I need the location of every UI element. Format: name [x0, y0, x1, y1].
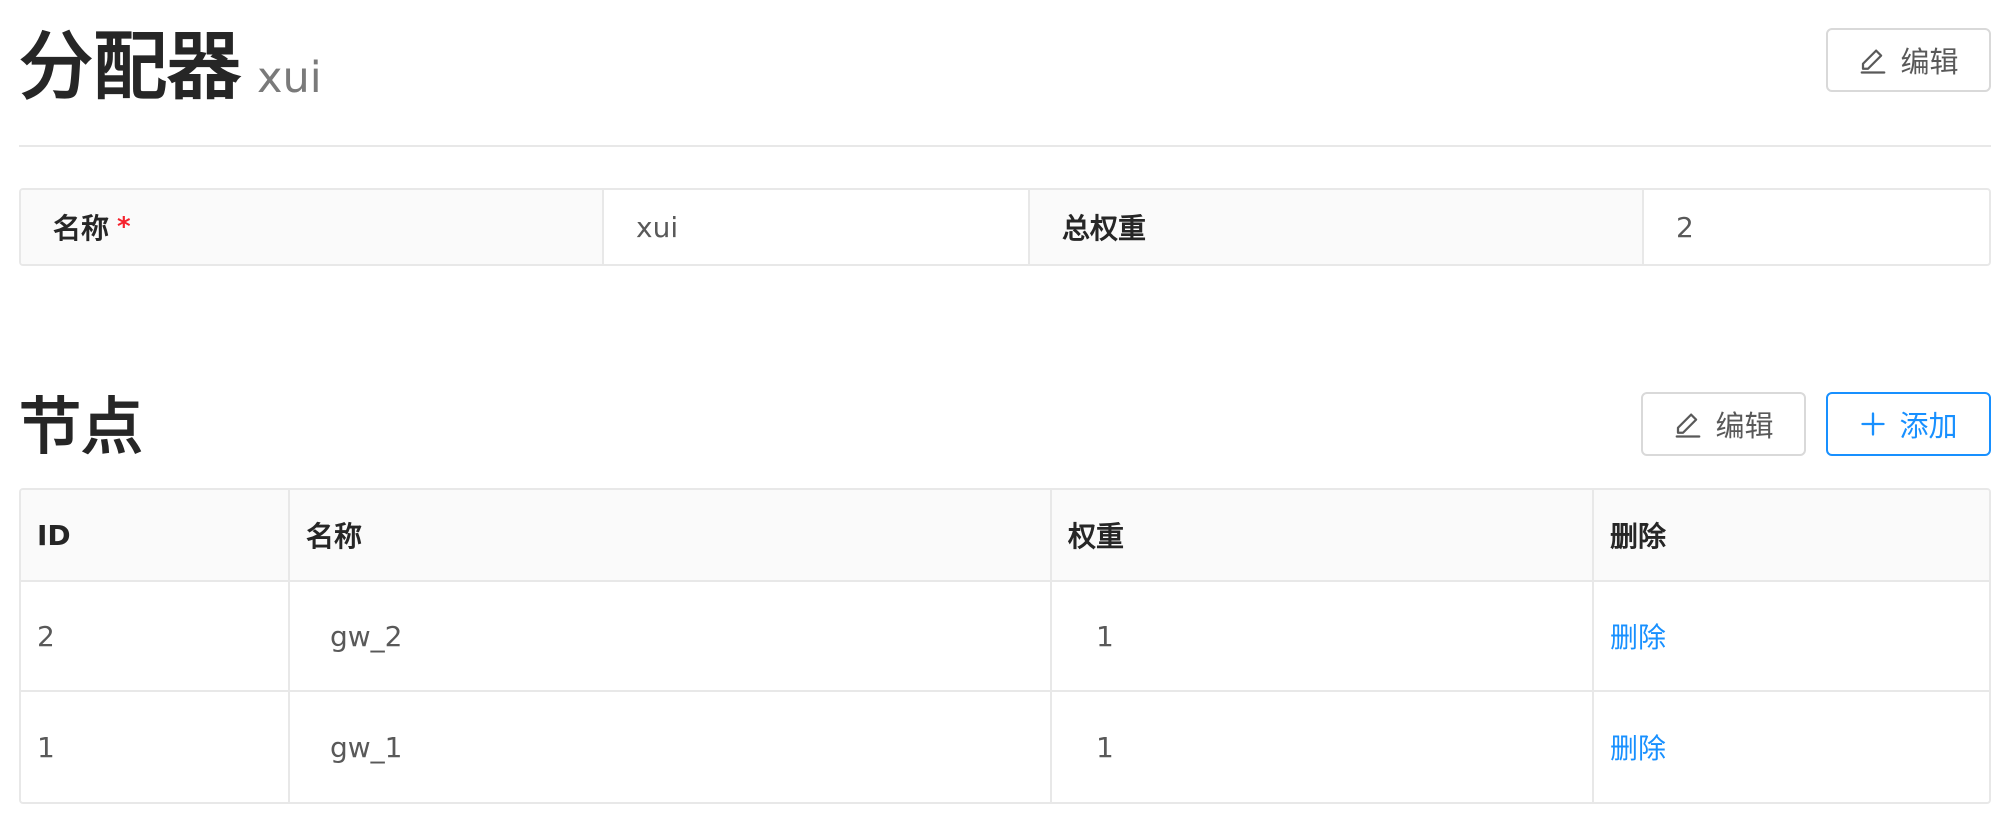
delete-cell: 删除 — [1594, 582, 1989, 690]
nodes-table: ID 名称 权重 删除 2 gw_2 1 删除 1 gw_1 1 删除 — [19, 488, 1991, 804]
header-edit-label: 编辑 — [1900, 45, 1959, 79]
column-header-weight: 权重 — [1052, 490, 1594, 580]
header-edit-button[interactable]: 编辑 — [1826, 28, 1991, 92]
column-header-id: ID — [21, 490, 290, 580]
total-weight-value: 2 — [1676, 210, 1694, 244]
nodes-edit-label: 编辑 — [1715, 409, 1774, 443]
page-title-main: 分配器 — [19, 24, 241, 110]
page-title-subtitle: xui — [257, 53, 322, 103]
column-header-delete: 删除 — [1610, 520, 1667, 553]
node-id: 1 — [21, 692, 290, 802]
name-label: 名称 * — [21, 190, 604, 264]
add-node-label: 添加 — [1899, 409, 1958, 443]
nodes-section-title: 节点 — [19, 390, 144, 463]
table-row: 2 gw_2 1 删除 — [21, 582, 1989, 692]
page-header: 分配器 xui — [19, 0, 1991, 147]
name-value: xui — [604, 190, 1030, 264]
table-header-row: ID 名称 权重 删除 — [21, 490, 1989, 582]
node-id: 2 — [21, 582, 290, 690]
table-row: 1 gw_1 1 删除 — [21, 692, 1989, 802]
node-weight: 1 — [1052, 692, 1594, 802]
add-node-button[interactable]: 添加 — [1826, 392, 1991, 456]
plus-icon — [1861, 412, 1886, 436]
column-header-name: 名称 — [290, 490, 1052, 580]
delete-link[interactable]: 删除 — [1610, 727, 1666, 767]
edit-icon — [1861, 49, 1886, 74]
details-table: 名称 * xui 总权重 2 — [19, 188, 1991, 266]
page: 分配器 xui 编辑 名称 * xui 总权重 2 节点 编辑 添加 ID 名称… — [0, 0, 2004, 822]
required-mark: * — [117, 212, 131, 242]
nodes-edit-button[interactable]: 编辑 — [1641, 392, 1806, 456]
total-weight-label: 总权重 — [1030, 190, 1644, 264]
edit-icon — [1676, 413, 1701, 438]
node-name: gw_1 — [290, 692, 1052, 802]
delete-link[interactable]: 删除 — [1610, 616, 1666, 656]
name-label-text: 名称 — [53, 212, 110, 245]
node-name: gw_2 — [290, 582, 1052, 690]
node-weight: 1 — [1052, 582, 1594, 690]
delete-cell: 删除 — [1594, 692, 1989, 802]
page-title: 分配器 xui — [19, 22, 322, 112]
